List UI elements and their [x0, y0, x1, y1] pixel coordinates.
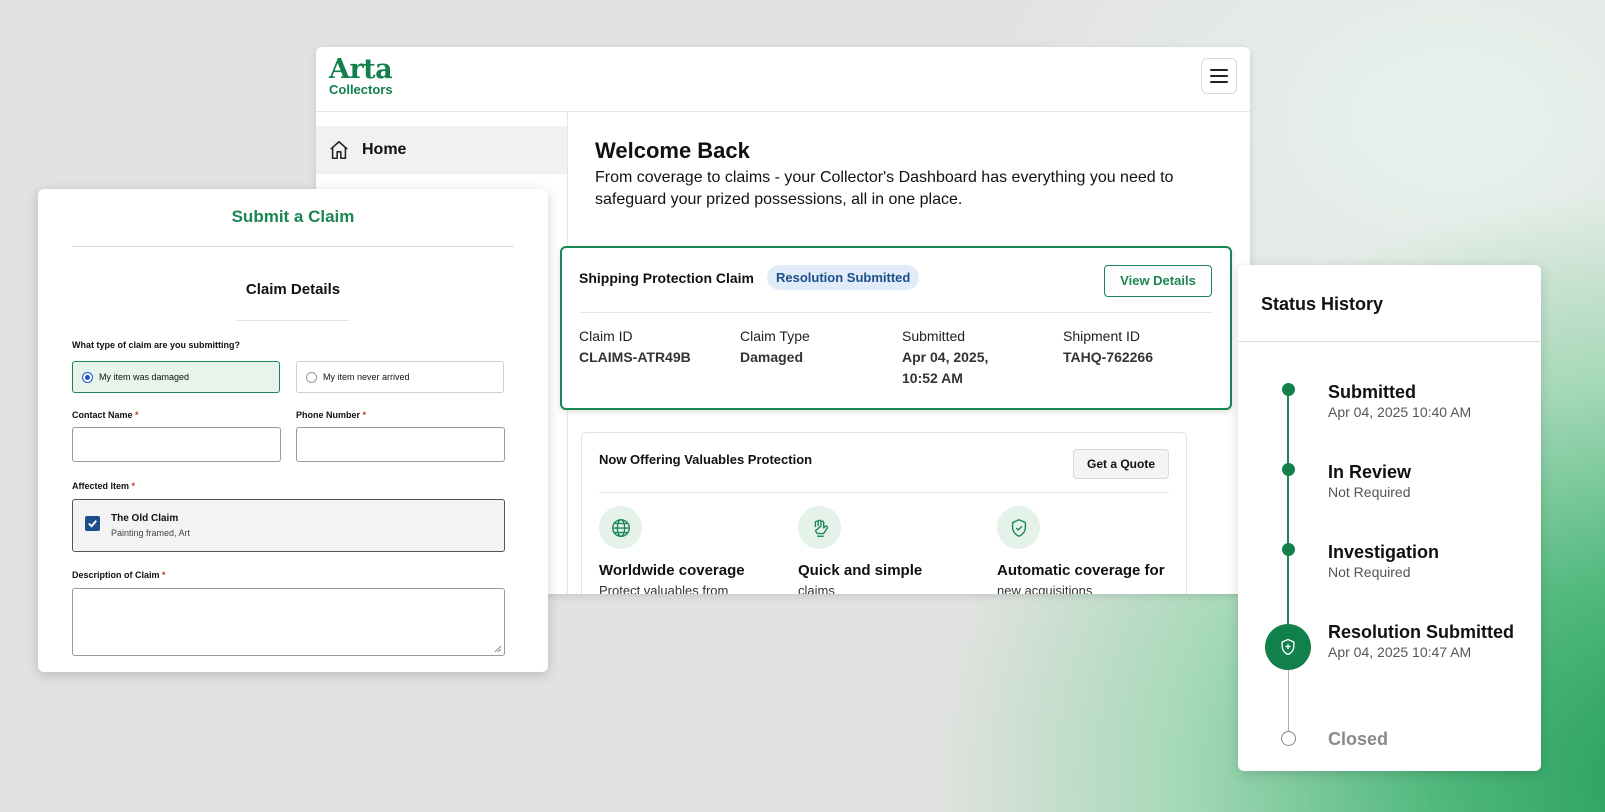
- sidebar-item-label: Home: [362, 141, 407, 158]
- view-details-button[interactable]: View Details: [1104, 265, 1212, 297]
- item-description: Painting framed, Art: [111, 528, 191, 538]
- resize-grip-icon[interactable]: [494, 645, 502, 653]
- page-title: Welcome Back: [595, 138, 750, 163]
- step-detail: Not Required: [1328, 564, 1411, 580]
- affected-item-option[interactable]: The Old Claim Painting framed, Art: [72, 499, 505, 552]
- feature-title: Quick and simple: [798, 562, 923, 579]
- timeline-connector-pending: [1288, 670, 1289, 733]
- divider: [1238, 341, 1541, 342]
- shield-plus-icon: [1281, 638, 1295, 656]
- step-name: In Review: [1328, 462, 1412, 482]
- step-name: Investigation: [1328, 542, 1440, 562]
- checkbox[interactable]: [85, 516, 100, 531]
- feature-title: Automatic coverage for: [997, 562, 1165, 579]
- radio-label: My item was damaged: [99, 372, 190, 382]
- description-label: Description of Claim *: [72, 570, 166, 580]
- submitted-field: Submitted Apr 04, 2025, 10:52 AM: [902, 326, 1062, 389]
- phone-number-field[interactable]: [296, 427, 505, 462]
- feature-worldwide: Worldwide coverage Protect valuables fro…: [599, 506, 779, 594]
- claim-summary-card: Shipping Protection Claim Resolution Sub…: [560, 246, 1232, 410]
- check-icon: [88, 520, 97, 528]
- feature-desc: new acquisitions: [997, 583, 1093, 594]
- feature-desc: claims: [798, 583, 835, 594]
- contact-name-label: Contact Name *: [72, 410, 139, 420]
- home-icon: [330, 140, 348, 160]
- claim-card-title: Shipping Protection Claim: [579, 270, 755, 286]
- status-history-title: Status History: [1261, 294, 1384, 314]
- field-label: Shipment ID: [1063, 328, 1141, 344]
- field-value-line2: 10:52 AM: [902, 370, 963, 386]
- timeline-dot-pending: [1281, 731, 1296, 746]
- status-badge: Resolution Submitted: [767, 265, 920, 290]
- shield-check-icon: [1011, 518, 1026, 537]
- status-history-panel: Status History Submitted Apr 04, 2025 10…: [1238, 265, 1541, 771]
- divider: [72, 246, 514, 247]
- offer-title: Now Offering Valuables Protection: [599, 452, 813, 467]
- logo-wordmark: Arta: [329, 54, 393, 85]
- status-step-submitted: Submitted Apr 04, 2025 10:40 AM: [1328, 381, 1471, 422]
- claim-type-question: What type of claim are you submitting?: [72, 340, 241, 350]
- timeline-connector: [1287, 390, 1289, 642]
- radio-button[interactable]: [306, 371, 317, 383]
- divider: [599, 492, 1169, 493]
- shipment-id-field: Shipment ID TAHQ-762266: [1063, 326, 1223, 368]
- main-content: Welcome Back From coverage to claims - y…: [560, 112, 1250, 594]
- step-name: Closed: [1328, 729, 1389, 749]
- arta-logo[interactable]: Arta Collectors: [329, 56, 393, 97]
- submit-claim-panel: Submit a Claim Claim Details What type o…: [38, 189, 548, 672]
- divider: [237, 320, 349, 321]
- radio-option-never-arrived[interactable]: My item never arrived: [296, 361, 504, 393]
- logo-subtitle: Collectors: [329, 82, 393, 97]
- field-value: Apr 04, 2025,: [902, 349, 989, 365]
- page-subtitle: From coverage to claims - your Collector…: [595, 169, 1174, 208]
- get-quote-button[interactable]: Get a Quote: [1072, 449, 1169, 479]
- timeline-current-step: [1265, 624, 1311, 670]
- timeline-dot-complete: [1282, 463, 1295, 476]
- field-value: CLAIMS-ATR49B: [579, 349, 691, 365]
- phone-number-label: Phone Number *: [296, 410, 367, 420]
- hamburger-icon: [1210, 69, 1228, 71]
- app-header: Arta Collectors: [316, 47, 1250, 112]
- field-label: Submitted: [902, 328, 966, 344]
- feature-desc: Protect valuables from: [599, 583, 729, 594]
- field-label: Claim Type: [740, 328, 810, 344]
- field-value: Damaged: [740, 349, 804, 365]
- item-name: The Old Claim: [111, 513, 179, 524]
- step-detail: Not Required: [1328, 484, 1411, 500]
- feature-auto-coverage: Automatic coverage for new acquisitions: [997, 506, 1177, 594]
- claim-id-field: Claim ID CLAIMS-ATR49B: [579, 326, 739, 368]
- field-label: Claim ID: [579, 328, 633, 344]
- feature-quick-claims: Quick and simple claims: [798, 506, 978, 594]
- status-step-investigation: Investigation Not Required: [1328, 541, 1439, 582]
- step-detail: Apr 04, 2025 10:47 AM: [1328, 644, 1472, 660]
- step-detail: Apr 04, 2025 10:40 AM: [1328, 404, 1472, 420]
- sidebar-item-home[interactable]: Home: [316, 126, 567, 174]
- form-title: Submit a Claim: [231, 207, 355, 226]
- radio-option-damaged[interactable]: My item was damaged: [72, 361, 280, 393]
- form-section-title: Claim Details: [245, 281, 341, 298]
- globe-icon: [611, 518, 630, 537]
- timeline-dot-complete: [1282, 543, 1295, 556]
- claim-type-field: Claim Type Damaged: [740, 326, 900, 368]
- field-value: TAHQ-762266: [1063, 349, 1154, 365]
- valuables-offer-card: Now Offering Valuables Protection Get a …: [581, 432, 1187, 594]
- affected-item-label: Affected Item *: [72, 481, 136, 491]
- description-textarea[interactable]: [72, 588, 505, 656]
- status-step-closed: Closed: [1328, 728, 1388, 750]
- status-step-resolution: Resolution Submitted Apr 04, 2025 10:47 …: [1328, 621, 1514, 662]
- feature-title: Worldwide coverage: [599, 562, 745, 579]
- timeline-dot-complete: [1282, 383, 1295, 396]
- hand-icon: [814, 519, 828, 537]
- hamburger-menu-button[interactable]: [1201, 58, 1237, 94]
- divider: [579, 312, 1212, 313]
- status-step-in-review: In Review Not Required: [1328, 461, 1411, 502]
- radio-button[interactable]: [82, 371, 93, 383]
- step-name: Submitted: [1328, 382, 1416, 402]
- contact-name-field[interactable]: [72, 427, 281, 462]
- radio-label: My item never arrived: [323, 372, 410, 382]
- step-name: Resolution Submitted: [1328, 622, 1514, 642]
